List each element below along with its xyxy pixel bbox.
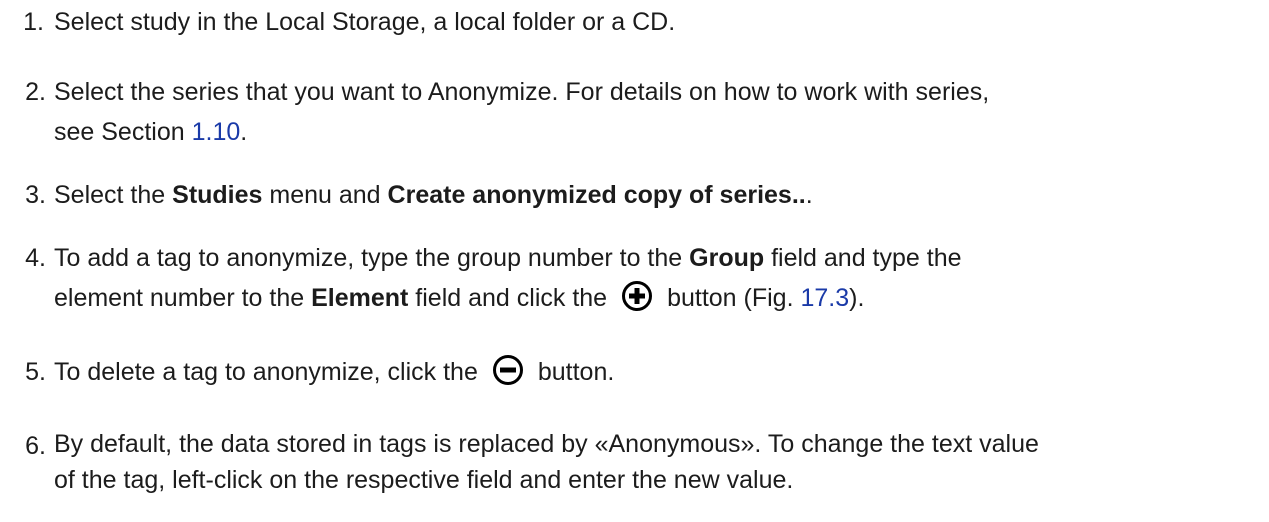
step-number: 2. bbox=[25, 78, 46, 106]
step-text-part: element number to the bbox=[54, 284, 312, 312]
step-text: To add a tag to anonymize, type the grou… bbox=[54, 238, 1236, 318]
field-name-element: Element bbox=[311, 284, 409, 312]
list-item: 2. Select the series that you want to An… bbox=[0, 72, 1236, 152]
plus-circle-icon bbox=[621, 280, 653, 312]
menu-name: Studies bbox=[172, 181, 263, 209]
list-item: 4. To add a tag to anonymize, type the g… bbox=[0, 238, 1236, 318]
step-text: To delete a tag to anonymize, click the b… bbox=[54, 352, 1236, 392]
list-item: 1. Select study in the Local Storage, a … bbox=[0, 2, 1236, 42]
step-text-line: To add a tag to anonymize, type the grou… bbox=[54, 238, 1236, 278]
step-number: 1. bbox=[23, 8, 44, 36]
section-link[interactable]: 1.10 bbox=[192, 118, 241, 146]
list-item: 6. By default, the data stored in tags i… bbox=[0, 426, 1236, 498]
step-text-part: To delete a tag to anonymize, click the bbox=[54, 358, 478, 386]
step-text-part: To add a tag to anonymize, type the grou… bbox=[54, 244, 690, 272]
step-text: Select study in the Local Storage, a loc… bbox=[54, 8, 676, 36]
step-text-line: of the tag, left-click on the respective… bbox=[54, 466, 794, 494]
step-text: By default, the data stored in tags is r… bbox=[54, 426, 1236, 498]
step-text-end: . bbox=[240, 118, 248, 146]
field-name-group: Group bbox=[689, 244, 765, 272]
step-text: Select the series that you want to Anony… bbox=[54, 72, 1236, 152]
step-number: 3. bbox=[25, 181, 46, 209]
step-number: 5. bbox=[25, 358, 46, 386]
step-text-end: ). bbox=[849, 284, 865, 312]
step-text-line: see Section bbox=[54, 118, 192, 146]
figure-link[interactable]: 17.3 bbox=[800, 284, 849, 312]
step-text-part: button. bbox=[537, 358, 615, 386]
step-text-line: By default, the data stored in tags is r… bbox=[54, 430, 1039, 458]
step-text-part: menu and bbox=[262, 181, 388, 209]
list-item: 5. To delete a tag to anonymize, click t… bbox=[0, 352, 1236, 392]
menu-item-name: Create anonymized copy of series.. bbox=[387, 181, 806, 209]
instruction-list: 1. Select study in the Local Storage, a … bbox=[0, 0, 1269, 522]
step-text: Select the Studies menu and Create anony… bbox=[54, 175, 1236, 215]
step-text-line: Select the series that you want to Anony… bbox=[54, 78, 990, 106]
step-text-part: field and type the bbox=[764, 244, 962, 272]
step-text-part: button (Fig. bbox=[667, 284, 801, 312]
step-text-part: Select the bbox=[54, 181, 173, 209]
step-number: 6. bbox=[25, 432, 46, 460]
step-text-end: . bbox=[805, 181, 813, 209]
step-text-part: field and click the bbox=[408, 284, 608, 312]
list-item: 3. Select the Studies menu and Create an… bbox=[0, 175, 1236, 215]
step-number: 4. bbox=[25, 244, 46, 272]
step-text-line: element number to the Element field and … bbox=[54, 278, 1236, 318]
minus-circle-icon bbox=[492, 354, 524, 386]
